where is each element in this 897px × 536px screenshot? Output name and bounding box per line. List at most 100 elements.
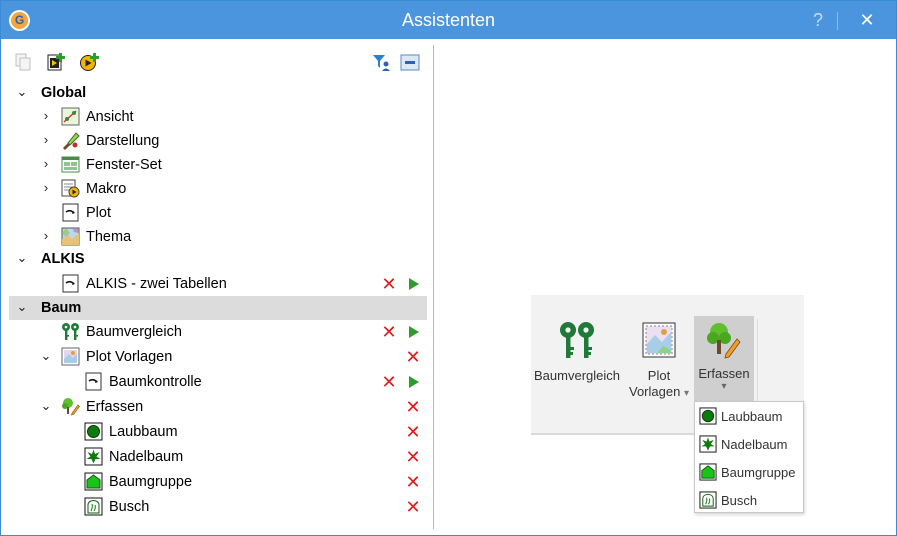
menu-item-label: Baumgruppe — [721, 465, 796, 480]
tree-item-label: Fenster-Set — [86, 157, 162, 173]
tree-item-label: Erfassen — [86, 399, 144, 415]
run-icon[interactable] — [409, 326, 419, 338]
keys-icon — [560, 322, 594, 358]
ribbon-button-label: Erfassen — [698, 366, 750, 381]
menu-item-label: Busch — [721, 493, 758, 508]
brush-icon — [63, 132, 80, 150]
menu-item-baumgruppe[interactable]: Baumgruppe — [697, 460, 801, 484]
keys-icon — [62, 323, 79, 340]
chevron-right-icon[interactable]: › — [39, 227, 53, 245]
chevron-down-icon[interactable]: ⌄ — [15, 298, 29, 316]
menu-item-nadelbaum[interactable]: Nadelbaum — [697, 432, 801, 456]
macro-icon — [61, 179, 80, 198]
menu-item-label: Laubbaum — [721, 409, 783, 424]
delete-icon[interactable]: ✕ — [381, 370, 397, 394]
tree-group-alkis[interactable]: ⌄ ALKIS — [9, 247, 427, 271]
tree-item-label: Nadelbaum — [109, 449, 184, 465]
delete-icon[interactable]: ✕ — [405, 420, 421, 444]
chevron-right-icon[interactable]: › — [39, 155, 53, 173]
ribbon-separator — [757, 319, 758, 407]
tree-group-global[interactable]: ⌄ Global — [9, 81, 427, 105]
dropdown-arrow-icon[interactable]: ▾ — [694, 381, 754, 393]
ribbon-button-label-line2: Vorlagen ▾ — [625, 384, 693, 402]
pane-splitter[interactable] — [433, 45, 434, 529]
close-button[interactable]: ✕ — [853, 1, 881, 39]
ribbon-baumvergleich-button[interactable]: Baumvergleich — [531, 315, 623, 384]
tree-item-ansicht[interactable]: › Ansicht — [9, 105, 427, 129]
busch-icon — [84, 497, 103, 516]
tree-edit-icon — [62, 398, 80, 416]
tree-item-thema[interactable]: › Thema — [9, 225, 427, 249]
menu-item-laubbaum[interactable]: Laubbaum — [697, 404, 801, 428]
menu-item-label: Nadelbaum — [721, 437, 788, 452]
ribbon-plot-vorlagen-button[interactable]: Plot Vorlagen ▾ — [625, 315, 693, 402]
chevron-down-icon[interactable]: ⌄ — [39, 347, 53, 365]
window-title: Assistenten — [401, 10, 496, 30]
ribbon-button-label: Baumvergleich — [534, 368, 620, 383]
busch-icon — [699, 491, 717, 509]
delete-icon[interactable]: ✕ — [381, 320, 397, 344]
baumgruppe-icon — [84, 472, 103, 491]
tree-item-plot[interactable]: Plot — [9, 201, 427, 225]
baumgruppe-icon — [699, 463, 717, 481]
tree-group-baum[interactable]: ⌄ Baum — [9, 296, 427, 320]
erfassen-dropdown-menu: Laubbaum Nadelbaum Baumgruppe Busch — [694, 401, 804, 513]
tree-item-label: Baumvergleich — [86, 324, 182, 340]
delete-icon[interactable]: ✕ — [405, 345, 421, 369]
tree-item-label: Baumgruppe — [109, 474, 193, 490]
tree-group-label: ALKIS — [41, 251, 85, 267]
nadelbaum-icon — [84, 447, 103, 466]
collapse-all-icon[interactable] — [400, 52, 420, 72]
plot-icon — [62, 274, 79, 293]
tree-item-fenster-set[interactable]: › Fenster-Set — [9, 153, 427, 177]
ribbon-plot-vorlagen-label: Vorlagen — [629, 384, 681, 399]
tree-item-label: Laubbaum — [109, 424, 178, 440]
chevron-down-icon[interactable]: ⌄ — [39, 397, 53, 415]
plot-template-icon — [642, 322, 676, 358]
tree-item-alkis-zwei-tabellen[interactable]: ALKIS - zwei Tabellen ✕ — [9, 272, 427, 296]
tree-item-nadelbaum[interactable]: Nadelbaum ✕ — [9, 445, 427, 469]
tree-item-baumvergleich[interactable]: Baumvergleich ✕ — [9, 320, 427, 344]
new-assistant-icon[interactable] — [46, 52, 66, 72]
run-icon[interactable] — [409, 376, 419, 388]
chevron-right-icon[interactable]: › — [39, 131, 53, 149]
delete-icon[interactable]: ✕ — [405, 495, 421, 519]
window-set-icon — [61, 156, 80, 173]
plot-icon — [85, 372, 102, 391]
tree-item-busch[interactable]: Busch ✕ — [9, 495, 427, 519]
menu-item-busch[interactable]: Busch — [697, 488, 801, 512]
tree-edit-icon — [707, 323, 741, 359]
delete-icon[interactable]: ✕ — [405, 470, 421, 494]
ribbon-erfassen-button[interactable]: Erfassen ▾ — [694, 316, 754, 406]
tree-item-label: Thema — [86, 229, 132, 245]
tree-item-erfassen[interactable]: ⌄ Erfassen ✕ — [9, 395, 427, 419]
nadelbaum-icon — [699, 435, 717, 453]
plot-template-icon — [61, 347, 80, 366]
copy-icon[interactable] — [13, 52, 33, 72]
chevron-down-icon[interactable]: ⌄ — [15, 249, 29, 267]
tree-item-laubbaum[interactable]: Laubbaum ✕ — [9, 420, 427, 444]
tree-item-label: Busch — [109, 499, 150, 515]
chevron-right-icon[interactable]: › — [39, 179, 53, 197]
tree-item-label: Makro — [86, 181, 127, 197]
delete-icon[interactable]: ✕ — [381, 272, 397, 296]
tree-item-label: Darstellung — [86, 133, 160, 149]
filter-user-icon[interactable] — [371, 52, 391, 72]
tree-item-makro[interactable]: › Makro — [9, 177, 427, 201]
chevron-right-icon[interactable]: › — [39, 107, 53, 125]
tree-item-darstellung[interactable]: › Darstellung — [9, 129, 427, 153]
chevron-down-icon[interactable]: ⌄ — [15, 83, 29, 101]
help-button[interactable]: ? — [806, 1, 830, 39]
new-macro-icon[interactable] — [79, 52, 99, 72]
tree-item-baumgruppe[interactable]: Baumgruppe ✕ — [9, 470, 427, 494]
dropdown-arrow-icon: ▾ — [683, 388, 689, 399]
assistant-tree-pane: ⌄ Global › Ansicht › Darstellung › Fenst… — [1, 39, 433, 535]
tree-item-plot-vorlagen[interactable]: ⌄ Plot Vorlagen ✕ — [9, 345, 427, 369]
tree-item-baumkontrolle[interactable]: Baumkontrolle ✕ — [9, 370, 427, 394]
delete-icon[interactable]: ✕ — [405, 445, 421, 469]
plot-icon — [62, 203, 79, 222]
run-icon[interactable] — [409, 278, 419, 290]
delete-icon[interactable]: ✕ — [405, 395, 421, 419]
title-bar: G Assistenten ? ✕ — [1, 1, 896, 39]
tree-item-label: ALKIS - zwei Tabellen — [86, 276, 227, 292]
